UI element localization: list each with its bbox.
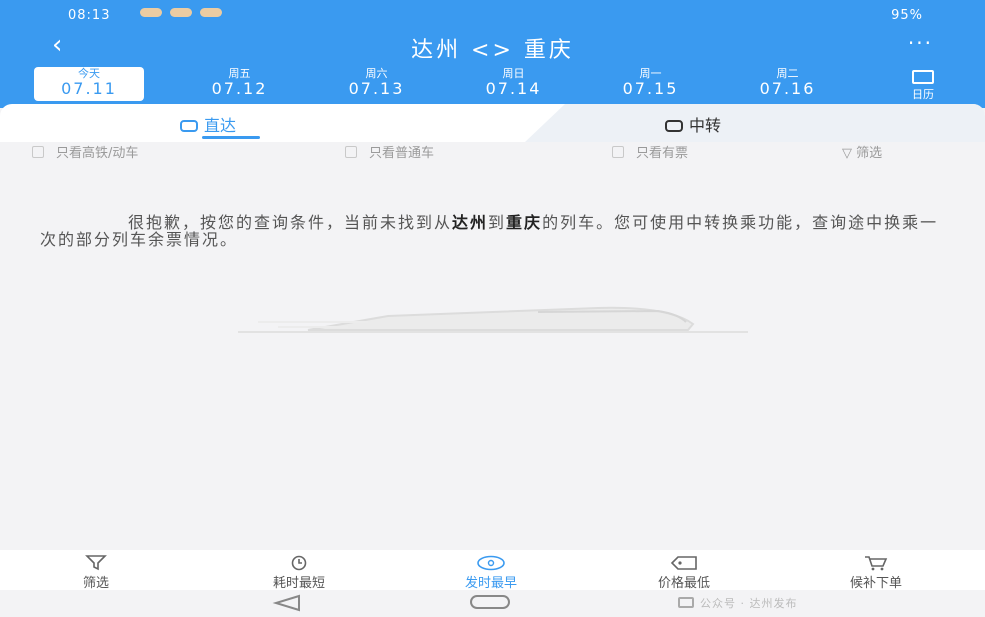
cart-icon (806, 554, 946, 572)
clock-icon (229, 554, 369, 572)
tab-transfer[interactable]: 中转 (665, 112, 721, 136)
battery-level: 95% (891, 8, 923, 23)
calendar-icon (912, 70, 934, 84)
train-icon (180, 120, 198, 132)
date-item-1[interactable]: 周五 07.12 (171, 67, 308, 101)
date-value: 07.14 (485, 79, 542, 98)
bottom-label: 价格最低 (657, 576, 710, 591)
filter-label: 只看高铁/动车 (56, 146, 139, 161)
bottom-label: 耗时最短 (272, 576, 325, 591)
funnel-icon: ▽ (842, 146, 857, 161)
checkbox[interactable] (32, 146, 44, 158)
date-value: 07.11 (61, 79, 117, 98)
bottom-label: 发时最早 (464, 576, 517, 591)
tab-direct-label: 直达 (204, 116, 237, 135)
date-item-3[interactable]: 周日 07.14 (445, 67, 582, 101)
date-selector: 今天 07.11 周五 07.12 周六 07.13 周日 07.14 周一 0… (34, 67, 954, 101)
tab-transfer-label: 中转 (689, 116, 722, 135)
filter-button[interactable]: ▽ 筛选 (842, 142, 882, 161)
tab-direct[interactable]: 直达 (180, 112, 260, 139)
notification-icons (140, 8, 222, 17)
waitlist-order-button[interactable]: 候补下单 (806, 554, 946, 591)
date-value: 07.16 (759, 79, 816, 98)
system-home-icon[interactable] (470, 595, 510, 609)
message-text-2: 到 (488, 213, 507, 232)
calendar-label: 日历 (912, 88, 934, 101)
filter-label: 只看有票 (636, 146, 689, 161)
page-title: 达州 <> 重庆 (411, 38, 574, 63)
bottom-label: 候补下单 (849, 576, 902, 591)
message-to: 重庆 (506, 213, 543, 232)
train-illustration (238, 306, 748, 333)
message-from: 达州 (452, 213, 489, 232)
more-icon[interactable]: ··· (908, 33, 933, 53)
sort-price-button[interactable]: 价格最低 (614, 554, 754, 591)
watermark-text: 公众号 · 达州发布 (700, 597, 798, 610)
tab-active-indicator (202, 136, 260, 139)
filter-normal-train[interactable]: 只看普通车 (345, 142, 434, 161)
system-back-icon[interactable] (272, 594, 302, 612)
nav-bar: ‹ 达州 <> 重庆 ··· (0, 30, 985, 64)
status-time: 08:13 (68, 8, 111, 23)
status-bar: 08:13 95% (0, 6, 985, 26)
filter-row: 只看高铁/动车 只看普通车 只看有票 ▽ 筛选 (0, 142, 985, 161)
clock-icon (421, 554, 561, 572)
sort-shortest-button[interactable]: 耗时最短 (229, 554, 369, 591)
date-value: 07.13 (348, 79, 405, 98)
checkbox[interactable] (345, 146, 357, 158)
filter-label: 只看普通车 (369, 146, 435, 161)
header: 08:13 95% ‹ 达州 <> 重庆 ··· 今天 07.11 周五 07.… (0, 0, 985, 108)
date-value: 07.15 (622, 79, 679, 98)
date-item-4[interactable]: 周一 07.15 (582, 67, 719, 101)
filter-has-ticket[interactable]: 只看有票 (612, 142, 688, 161)
watermark: 公众号 · 达州发布 (678, 595, 798, 611)
wechat-icon (678, 597, 694, 608)
sort-filter-button[interactable]: 筛选 (26, 554, 166, 591)
date-item-5[interactable]: 周二 07.16 (719, 67, 856, 101)
filter-label: 筛选 (856, 146, 883, 161)
calendar-button[interactable]: 日历 (905, 70, 941, 102)
tab-bar: 直达 中转 (0, 104, 985, 142)
system-nav-bar: 公众号 · 达州发布 (0, 590, 985, 617)
empty-message: 很抱歉，按您的查询条件，当前未找到从达州到重庆的列车。您可使用中转换乘功能，查询… (40, 214, 945, 248)
date-value: 07.12 (211, 79, 268, 98)
funnel-icon (26, 554, 166, 572)
checkbox[interactable] (612, 146, 624, 158)
price-tag-icon (614, 554, 754, 572)
tab-transfer-bg (525, 104, 985, 142)
transfer-icon (665, 120, 683, 132)
filter-high-speed[interactable]: 只看高铁/动车 (32, 142, 138, 161)
date-item-2[interactable]: 周六 07.13 (308, 67, 445, 101)
bottom-label: 筛选 (82, 576, 109, 591)
bottom-toolbar: 筛选 耗时最短 发时最早 价格最低 候补下单 (0, 550, 985, 591)
sort-earliest-button[interactable]: 发时最早 (421, 554, 561, 591)
date-item-0[interactable]: 今天 07.11 (34, 67, 144, 101)
